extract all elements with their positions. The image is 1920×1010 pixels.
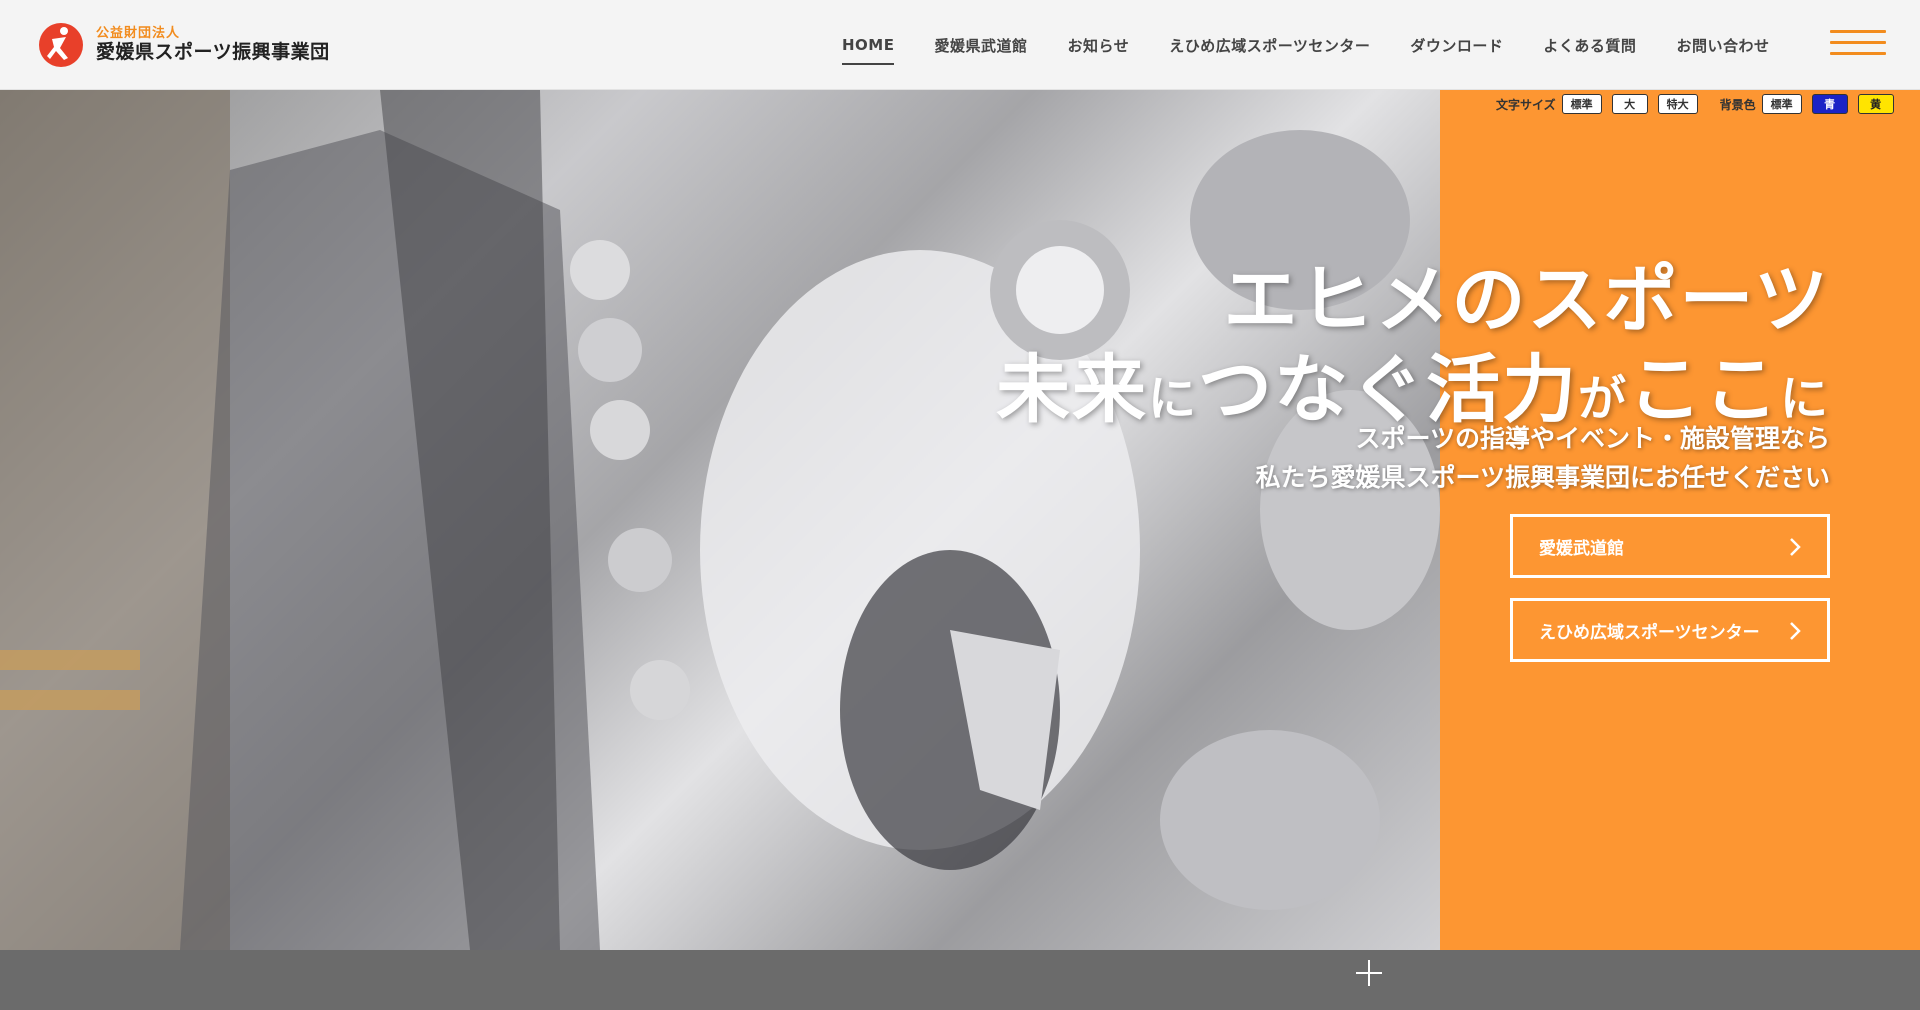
site-logo[interactable]: 公益財団法人 愛媛県スポーツ振興事業団 <box>38 22 330 68</box>
logo-title: 愛媛県スポーツ振興事業団 <box>96 40 330 63</box>
nav-news[interactable]: お知らせ <box>1068 0 1130 90</box>
catch-particle: が <box>1577 371 1628 427</box>
catch-particle: に <box>1147 371 1198 427</box>
hero-section: 文字サイズ 標準 大 特大 背景色 標準 青 黄 エヒメのスポーツ 未来につなぐ… <box>0 90 1920 950</box>
nav-budokan[interactable]: 愛媛県武道館 <box>934 0 1027 90</box>
chevron-right-icon <box>1790 538 1801 556</box>
nav-download[interactable]: ダウンロード <box>1410 0 1503 90</box>
hero-image-onigawara <box>0 90 1440 950</box>
hero-photo-shapes <box>0 90 1440 950</box>
cta-sports-center-label: えひめ広域スポーツセンター <box>1539 622 1760 643</box>
main-nav: HOME 愛媛県武道館 お知らせ えひめ広域スポーツセンター ダウンロード よく… <box>842 0 1809 90</box>
bg-color-yellow-button[interactable]: 黄 <box>1857 94 1894 114</box>
nav-contact[interactable]: お問い合わせ <box>1676 0 1769 90</box>
font-size-standard-button[interactable]: 標準 <box>1561 94 1602 114</box>
accessibility-controls: 文字サイズ 標準 大 特大 背景色 標準 青 黄 <box>1496 94 1904 114</box>
font-size-large-button[interactable]: 大 <box>1611 94 1648 114</box>
cta-budokan-label: 愛媛武道館 <box>1539 538 1624 559</box>
nav-sports-center[interactable]: えひめ広域スポーツセンター <box>1169 0 1370 90</box>
bg-color-standard-button[interactable]: 標準 <box>1761 94 1802 114</box>
cta-sports-center-button[interactable]: えひめ広域スポーツセンター <box>1510 598 1830 662</box>
hero-subcopy-line1: スポーツの指導やイベント・施設管理なら <box>1355 424 1830 453</box>
nav-faq[interactable]: よくある質問 <box>1543 0 1636 90</box>
font-size-xlarge-button[interactable]: 特大 <box>1657 94 1698 114</box>
nav-home[interactable]: HOME <box>842 0 895 90</box>
bottom-bar <box>0 950 1920 1010</box>
bg-color-label: 背景色 <box>1719 97 1756 112</box>
font-size-label: 文字サイズ <box>1496 97 1556 112</box>
catch-word: 未来 <box>995 347 1148 433</box>
chevron-right-icon <box>1790 622 1801 640</box>
cta-budokan-button[interactable]: 愛媛武道館 <box>1510 514 1830 578</box>
hamburger-icon[interactable] <box>1830 30 1886 60</box>
hero-subcopy-line2: 私たち愛媛県スポーツ振興事業団にお任せください <box>1255 462 1830 492</box>
bg-color-blue-button[interactable]: 青 <box>1811 94 1848 114</box>
logo-subtitle: 公益財団法人 <box>96 25 181 41</box>
catch-particle: に <box>1779 371 1830 427</box>
plus-icon[interactable] <box>1354 958 1384 988</box>
site-header: 公益財団法人 愛媛県スポーツ振興事業団 HOME 愛媛県武道館 お知らせ えひめ… <box>0 0 1920 90</box>
logo-mark-icon <box>39 23 83 67</box>
hero-subcopy: スポーツの指導やイベント・施設管理なら 私たち愛媛県スポーツ振興事業団にお任せく… <box>1255 420 1830 498</box>
